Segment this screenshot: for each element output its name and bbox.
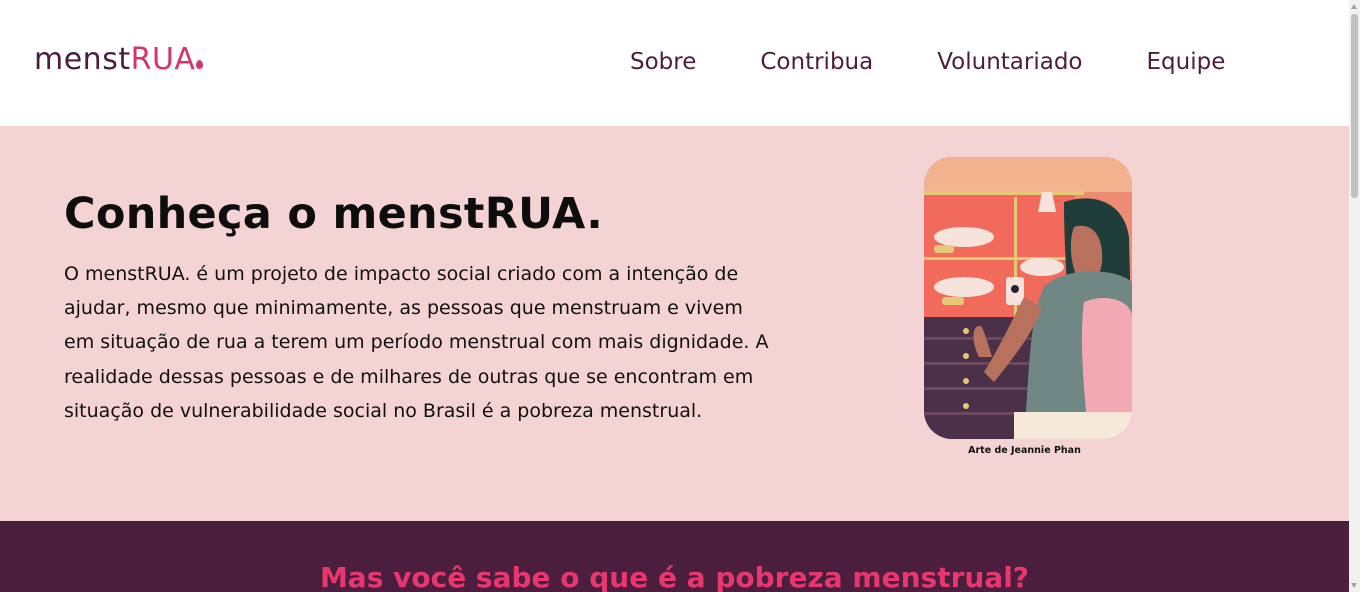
scrollbar[interactable] [1349,0,1360,592]
hero-section: Conheça o menstRUA. O menstRUA. é um pro… [0,126,1349,521]
poverty-section: Mas você sabe o que é a pobreza menstrua… [0,521,1349,592]
illustration-art [924,157,1132,439]
illustration-caption: Arte de Jeannie Phan [968,445,1081,456]
nav-link-contribua[interactable]: Contribua [760,46,873,78]
hero-illustration [924,157,1132,439]
site-header: menstRUA Sobre Contribua Voluntariado Eq… [0,0,1349,126]
logo-text-part2: RUA [130,42,196,77]
main-nav: Sobre Contribua Voluntariado Equipe [630,46,1289,78]
logo[interactable]: menstRUA [34,40,204,80]
nav-link-equipe[interactable]: Equipe [1147,46,1226,78]
hero-title: Conheça o menstRUA. [64,189,604,239]
scrollbar-thumb[interactable] [1351,14,1358,198]
nav-link-voluntariado[interactable]: Voluntariado [937,46,1082,78]
scroll-down-arrow-icon[interactable] [1351,583,1357,588]
logo-text-part1: menst [34,42,131,77]
drop-icon [196,60,204,69]
nav-link-sobre[interactable]: Sobre [630,46,696,78]
scroll-up-arrow-icon[interactable] [1351,4,1357,9]
poverty-heading: Mas você sabe o que é a pobreza menstrua… [319,561,1030,592]
hero-description: O menstRUA. é um projeto de impacto soci… [64,263,769,422]
